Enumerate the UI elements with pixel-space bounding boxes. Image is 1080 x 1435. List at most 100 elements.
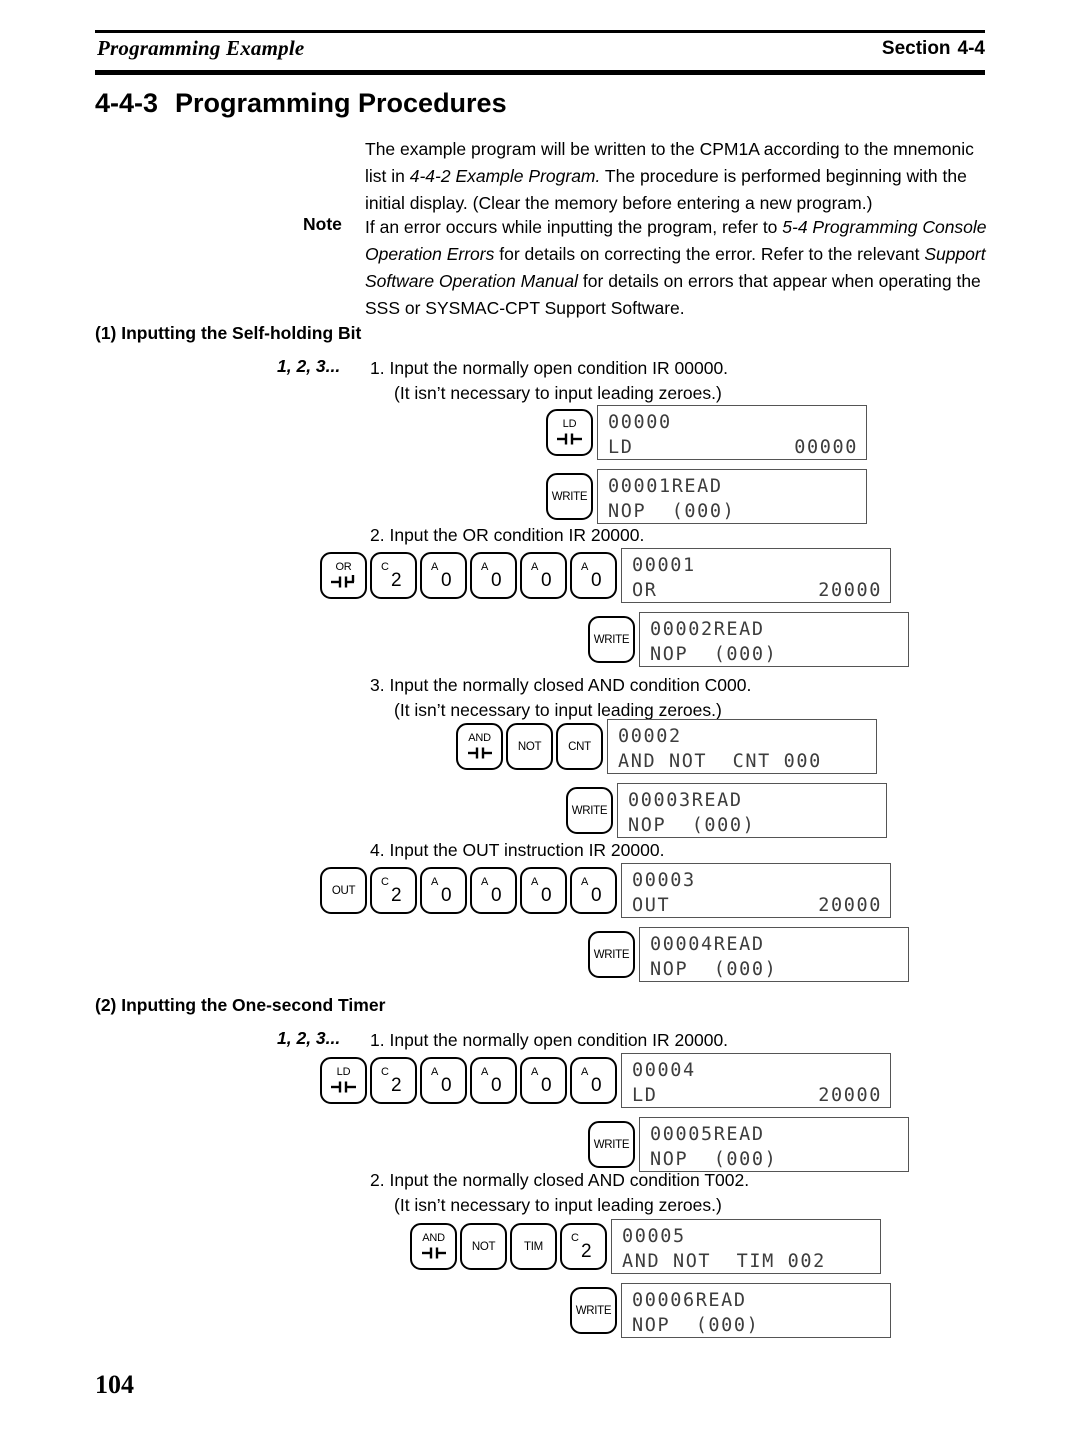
write-key-sequence-2-1: WRITE	[588, 1121, 635, 1168]
key-0-a-digit: 0	[441, 570, 452, 591]
not-key[interactable]: NOT	[460, 1223, 507, 1270]
key-0-b[interactable]: A 0	[470, 867, 517, 914]
keystroke-display-group-2-2: AND NOT TIM C 2 00005 AND NOT TIM 002 WR…	[410, 1219, 891, 1338]
key-sequence-1-3: AND NOT CNT	[456, 723, 603, 770]
ld-key[interactable]: LD	[546, 409, 593, 456]
and-key-label: AND	[422, 1232, 445, 1244]
key-0-a-sup: A	[431, 876, 439, 888]
out-key[interactable]: OUT	[320, 867, 367, 914]
step-1-3-text: 3. Input the normally closed AND conditi…	[370, 673, 751, 723]
key-0-d-digit: 0	[591, 1075, 602, 1096]
write-key[interactable]: WRITE	[546, 473, 593, 520]
keystroke-display-group-1-2: OR C 2 A 0 A 0 A 0 A 0 00001 OR 20000 WR…	[320, 548, 909, 667]
key-0-b-sup: A	[481, 876, 489, 888]
key-0-c[interactable]: A 0	[520, 867, 567, 914]
display-line-2-right: 20000	[818, 1085, 882, 1106]
display-line-1: 00000	[608, 412, 672, 433]
out-key-label: OUT	[331, 884, 356, 897]
key-2[interactable]: C 2	[370, 552, 417, 599]
step-line1: Input the normally open condition IR 000…	[389, 358, 729, 378]
manual-page: Programming Example Section 4-4 4-4-3 Prog…	[0, 0, 1080, 1435]
not-key[interactable]: NOT	[506, 723, 553, 770]
header-rule-bottom	[95, 70, 985, 75]
display-line-1: 00001	[632, 555, 696, 576]
display-line-1: 00005	[622, 1226, 686, 1247]
key-0-c[interactable]: A 0	[520, 552, 567, 599]
key-0-b[interactable]: A 0	[470, 552, 517, 599]
key-0-a-digit: 0	[441, 1075, 452, 1096]
key-2-sup: C	[381, 1066, 389, 1078]
display-line-2-left: NOP (000)	[650, 644, 778, 665]
key-2-sup: C	[571, 1232, 579, 1244]
key-0-a-sup: A	[431, 1066, 439, 1078]
display-line-2: NOP (000)	[650, 642, 900, 667]
key-0-a-digit: 0	[441, 885, 452, 906]
display-line-1: 00004READ	[650, 934, 765, 955]
contact-open-icon	[330, 1081, 356, 1093]
contact-and-icon	[467, 747, 492, 759]
ld-key-label: LD	[336, 1066, 351, 1078]
console-display-1-1: 00000 LD 00000	[597, 405, 867, 460]
keystroke-display-group-2-1: LD C 2 A 0 A 0 A 0 A 0 00004 LD 20000 WR…	[320, 1053, 909, 1172]
display-line-2-left: NOP (000)	[608, 501, 736, 522]
display-line-2-left: LD	[608, 437, 634, 458]
write-key[interactable]: WRITE	[588, 616, 635, 663]
key-2[interactable]: C 2	[370, 867, 417, 914]
key-2[interactable]: C 2	[370, 1057, 417, 1104]
key-0-a[interactable]: A 0	[420, 867, 467, 914]
console-display-1-3: 00002 AND NOT CNT 000	[607, 719, 877, 774]
key-0-d[interactable]: A 0	[570, 867, 617, 914]
key-sequence-1-1: LD	[546, 409, 593, 456]
and-key[interactable]: AND	[456, 723, 503, 770]
console-display-write-1-3: 00003READ NOP (000)	[617, 783, 887, 838]
stack-2-1: LD C 2 A 0 A 0 A 0 A 0 00004 LD 20000 WR…	[320, 1053, 909, 1172]
and-key[interactable]: AND	[410, 1223, 457, 1270]
header-section-number: 4-4	[957, 38, 985, 59]
not-key-label: NOT	[471, 1240, 496, 1253]
display-line-2: LD 20000	[632, 1083, 882, 1108]
key-2[interactable]: C 2	[560, 1223, 607, 1270]
write-key[interactable]: WRITE	[570, 1287, 617, 1334]
display-line-1: 00002	[618, 726, 682, 747]
row-keys-2-1: LD C 2 A 0 A 0 A 0 A 0 00004 LD 20000	[320, 1053, 909, 1108]
display-line-2-left: NOP (000)	[650, 959, 778, 980]
or-key[interactable]: OR	[320, 552, 367, 599]
row-write-2-2: WRITE 00006READ NOP (000)	[570, 1283, 891, 1338]
keystroke-display-group-1-4: OUT C 2 A 0 A 0 A 0 A 0 00003 OUT 20000 …	[320, 863, 909, 982]
write-key[interactable]: WRITE	[588, 1121, 635, 1168]
key-sequence-2-1: LD C 2 A 0 A 0 A 0 A 0	[320, 1057, 617, 1104]
write-key[interactable]: WRITE	[566, 787, 613, 834]
display-line-2-left: LD	[632, 1085, 658, 1106]
row-keys-1-1: LD 00000 LD 00000	[546, 405, 867, 460]
key-0-d-digit: 0	[591, 570, 602, 591]
display-line-2-right: 00000	[794, 437, 858, 458]
write-key[interactable]: WRITE	[588, 931, 635, 978]
key-0-d[interactable]: A 0	[570, 552, 617, 599]
key-0-a[interactable]: A 0	[420, 552, 467, 599]
key-0-b[interactable]: A 0	[470, 1057, 517, 1104]
row-write-1-2: WRITE 00002READ NOP (000)	[588, 612, 909, 667]
display-line-2: LD 00000	[608, 435, 858, 460]
console-display-2-1: 00004 LD 20000	[621, 1053, 891, 1108]
write-key-label: WRITE	[593, 633, 630, 646]
step-1-4-text: 4. Input the OUT instruction IR 20000.	[370, 838, 664, 863]
key-0-c-sup: A	[531, 561, 539, 573]
tim-key-label: TIM	[524, 1240, 543, 1253]
key-0-d[interactable]: A 0	[570, 1057, 617, 1104]
console-display-1-4: 00003 OUT 20000	[621, 863, 891, 918]
key-0-c[interactable]: A 0	[520, 1057, 567, 1104]
cnt-key[interactable]: CNT	[556, 723, 603, 770]
key-0-c-sup: A	[531, 1066, 539, 1078]
row-keys-1-4: OUT C 2 A 0 A 0 A 0 A 0 00003 OUT 20000	[320, 863, 909, 918]
enumeration-marker-1: 1, 2, 3...	[277, 356, 341, 376]
display-line-2: NOP (000)	[608, 499, 858, 524]
display-line-2: NOP (000)	[628, 813, 878, 838]
console-display-write-1-4: 00004READ NOP (000)	[639, 927, 909, 982]
ld-key[interactable]: LD	[320, 1057, 367, 1104]
key-0-a[interactable]: A 0	[420, 1057, 467, 1104]
tim-key[interactable]: TIM	[510, 1223, 557, 1270]
key-0-d-digit: 0	[591, 885, 602, 906]
contact-open-icon	[556, 433, 582, 445]
stack-1-4: OUT C 2 A 0 A 0 A 0 A 0 00003 OUT 20000 …	[320, 863, 909, 982]
write-key-label: WRITE	[571, 804, 608, 817]
